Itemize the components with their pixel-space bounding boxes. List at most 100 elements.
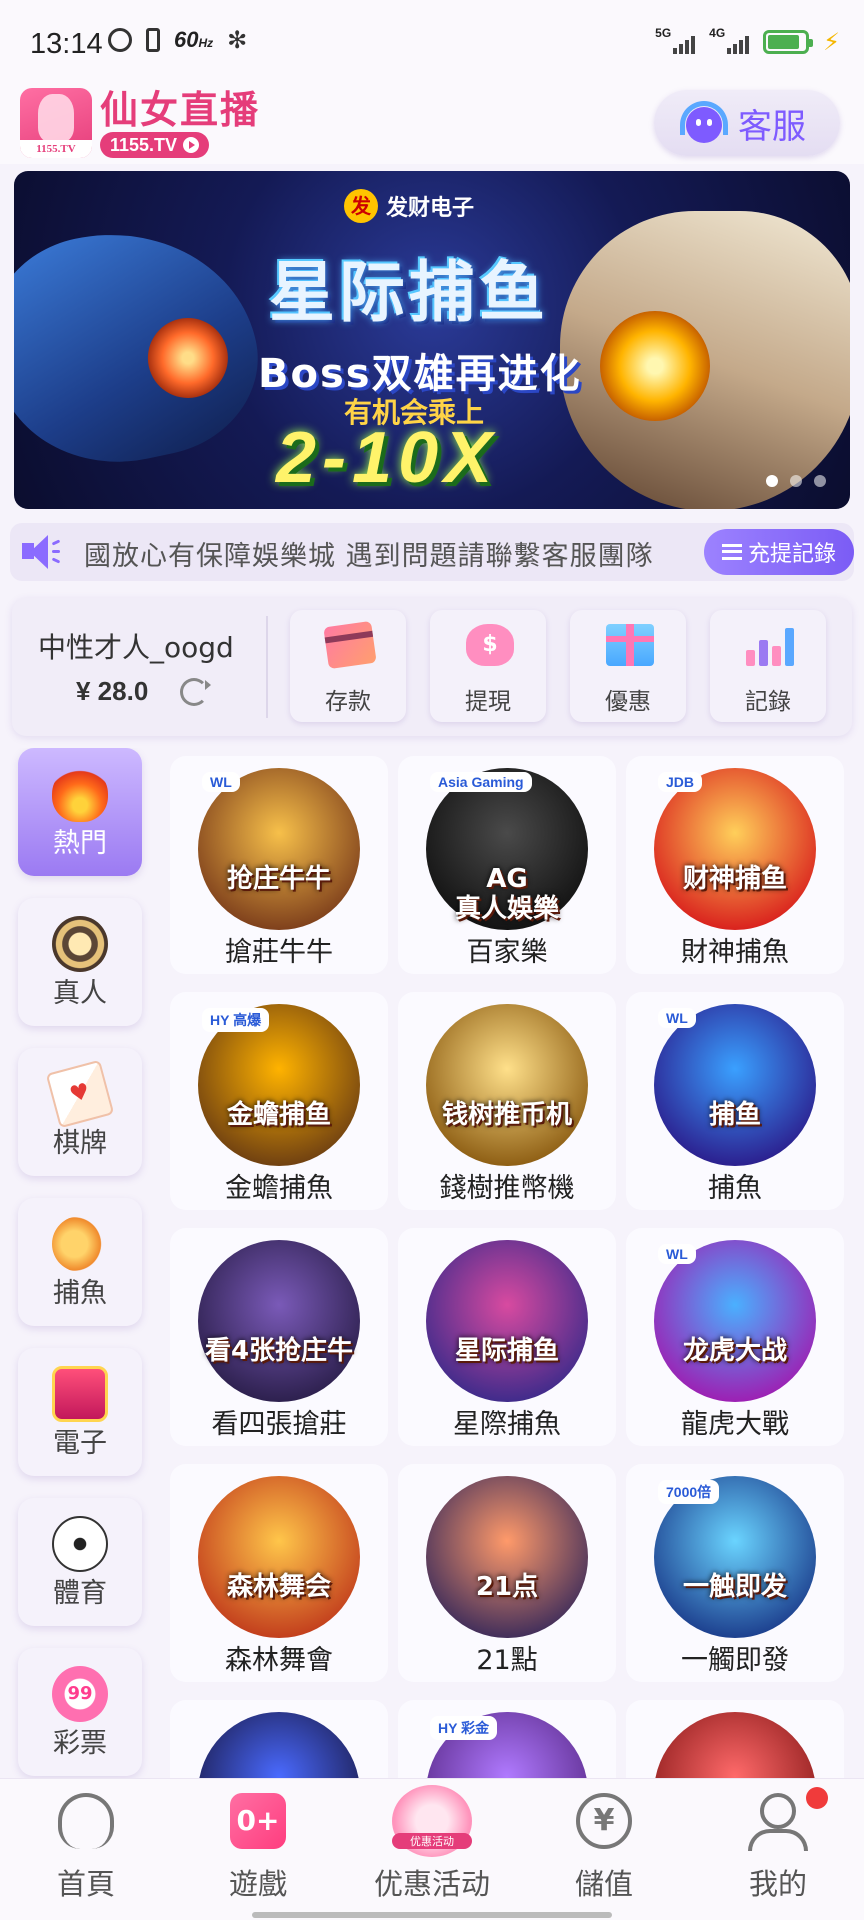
game-tile[interactable] <box>170 1700 388 1778</box>
banner-dot[interactable] <box>766 475 778 487</box>
provider-badge: WL <box>658 1008 696 1028</box>
game-tile[interactable]: 21点 21點 <box>398 1464 616 1682</box>
fire-icon <box>52 766 108 822</box>
category-label: 棋牌 <box>53 1128 107 1159</box>
alarm-icon <box>108 28 132 52</box>
game-tile[interactable]: 森林舞会 森林舞會 <box>170 1464 388 1682</box>
bar-chart-icon <box>746 624 794 666</box>
game-art-icon: Asia Gaming AG 真人娛樂 <box>426 768 588 930</box>
customer-service-button[interactable]: 客服 <box>654 90 840 156</box>
provider-badge: Asia Gaming <box>430 772 532 792</box>
provider-badge: WL <box>658 1244 696 1264</box>
game-art-title: 森林舞会 <box>226 1572 331 1602</box>
slot-icon <box>52 1366 108 1422</box>
game-tile[interactable]: HY 彩金 <box>398 1700 616 1778</box>
category-label: 真人 <box>53 978 107 1009</box>
gift-icon <box>606 624 654 666</box>
brand-logo-icon: 发 <box>344 189 378 223</box>
game-art-title: 金蟾捕鱼 <box>226 1100 331 1130</box>
game-art-icon: HY 高爆 金蟾捕鱼 <box>198 1004 360 1166</box>
chip-icon <box>52 916 108 972</box>
category-0[interactable]: 熱門 <box>18 748 142 876</box>
profile-icon <box>760 1793 796 1829</box>
provider-badge: JDB <box>658 772 703 792</box>
provider-badge: WL <box>202 772 240 792</box>
game-art-title: 看4张抢庄牛 <box>204 1336 354 1366</box>
category-label: 體育 <box>53 1578 107 1609</box>
refresh-balance-icon[interactable] <box>180 678 211 706</box>
game-tile[interactable]: 钱树推币机 錢樹推幣機 <box>398 992 616 1210</box>
category-4[interactable]: 電子 <box>18 1348 142 1476</box>
nav-profile[interactable]: 我的 <box>692 1779 864 1920</box>
game-tile[interactable]: 7000倍一触即发一觸即發 <box>626 1464 844 1682</box>
game-name: 百家樂 <box>466 937 548 968</box>
game-art-title: 钱树推币机 <box>441 1100 572 1130</box>
nav-home[interactable]: 首頁 <box>0 1779 172 1920</box>
category-3[interactable]: 捕魚 <box>18 1198 142 1326</box>
game-art-icon <box>198 1712 360 1778</box>
card-icon <box>323 620 377 670</box>
speaker-icon <box>22 535 62 569</box>
game-name: 龍虎大戰 <box>681 1409 789 1440</box>
mech-right-art <box>560 211 850 509</box>
game-tile[interactable]: 看4张抢庄牛 看四張搶莊 <box>170 1228 388 1446</box>
promo-banner[interactable]: 发 发财电子 星际捕鱼 Boss双雄再进化 有机会乘上 2-10X <box>14 171 850 509</box>
game-art-icon: 森林舞会 <box>198 1476 360 1638</box>
clock: 13:14 <box>30 28 103 60</box>
category-5[interactable]: 體育 <box>18 1498 142 1626</box>
withdraw-button[interactable]: $ 提現 <box>430 610 546 722</box>
list-icon <box>721 544 742 560</box>
game-tile[interactable]: WL 龙虎大战 龍虎大戰 <box>626 1228 844 1446</box>
nav-promotions[interactable]: 优惠活动 优惠活动 <box>346 1779 518 1920</box>
category-1[interactable]: 真人 <box>18 898 142 1026</box>
battery-icon <box>763 30 814 54</box>
logo-badge-icon: 1155.TV <box>20 88 92 158</box>
banner-brand: 发 发财电子 <box>344 189 474 223</box>
home-indicator[interactable] <box>252 1912 612 1918</box>
announcement-text: 國放心有保障娛樂城 遇到問題請聯繫客服團隊 <box>84 541 654 572</box>
category-sidebar: 熱門真人 ♥ 棋牌捕魚電子體育 99 彩票 <box>0 748 160 1778</box>
game-name: 一觸即發 <box>681 1645 789 1676</box>
game-tile[interactable]: JDB 财神捕鱼 財神捕魚 <box>626 756 844 974</box>
deposit-button[interactable]: 存款 <box>290 610 406 722</box>
nav-deposit[interactable]: ¥ 儲值 <box>518 1779 690 1920</box>
records-button[interactable]: 記錄 <box>710 610 826 722</box>
category-2[interactable]: ♥ 棋牌 <box>18 1048 142 1176</box>
game-art-icon: 钱树推币机 <box>426 1004 588 1166</box>
banner-dot[interactable] <box>790 475 802 487</box>
game-art-icon: HY 彩金 <box>426 1712 588 1778</box>
customer-service-label: 客服 <box>738 106 806 147</box>
provider-badge: HY 彩金 <box>430 1716 498 1740</box>
signal-4g-icon: 4G <box>709 26 750 56</box>
game-tile[interactable] <box>626 1700 844 1778</box>
game-name: 金蟾捕魚 <box>225 1173 333 1204</box>
game-art-icon: WL 抢庄牛牛 <box>198 768 360 930</box>
provider-badge: 7000倍 <box>658 1480 720 1504</box>
category-label: 電子 <box>53 1428 107 1459</box>
promotions-button[interactable]: 優惠 <box>570 610 686 722</box>
bottom-navigation: 首頁 0+ 遊戲 优惠活动 优惠活动 ¥ 儲值 我的 <box>0 1778 864 1920</box>
transaction-record-button[interactable]: 充提記錄 <box>704 529 854 575</box>
game-art-title: 一触即发 <box>682 1572 787 1602</box>
status-icons-left: 60Hz ✻ <box>108 26 247 54</box>
wallet-card: 中性才人_oogd ¥ 28.0 存款 $ 提現 優惠 記錄 <box>12 598 852 736</box>
category-6[interactable]: 99 彩票 <box>18 1648 142 1776</box>
logo-title: 仙女直播 <box>100 87 261 132</box>
refresh-rate: 60Hz <box>174 27 214 52</box>
banner-dot[interactable] <box>814 475 826 487</box>
game-tile[interactable]: Asia Gaming AG 真人娛樂百家樂 <box>398 756 616 974</box>
app-logo: 1155.TV 仙女直播 1155.TV <box>20 88 260 158</box>
game-tile[interactable]: HY 高爆 金蟾捕鱼金蟾捕魚 <box>170 992 388 1210</box>
banner-pagination[interactable] <box>766 475 826 487</box>
game-grid: WL 抢庄牛牛 搶莊牛牛 Asia Gaming AG 真人娛樂 百家樂 JDB 财神捕鱼 財神… <box>170 756 860 1778</box>
game-tile[interactable]: 星际捕鱼 星際捕魚 <box>398 1228 616 1446</box>
game-art-icon: 7000倍一触即发 <box>654 1476 816 1638</box>
nav-games[interactable]: 0+ 遊戲 <box>172 1779 344 1920</box>
game-name: 看四張搶莊 <box>211 1409 347 1440</box>
soccer-ball-icon <box>52 1516 108 1572</box>
game-art-title: 21点 <box>475 1572 539 1602</box>
game-tile[interactable]: WL 抢庄牛牛搶莊牛牛 <box>170 756 388 974</box>
game-name: 21點 <box>476 1645 538 1676</box>
game-tile[interactable]: WL 捕鱼 捕魚 <box>626 992 844 1210</box>
game-name: 搶莊牛牛 <box>225 937 333 968</box>
